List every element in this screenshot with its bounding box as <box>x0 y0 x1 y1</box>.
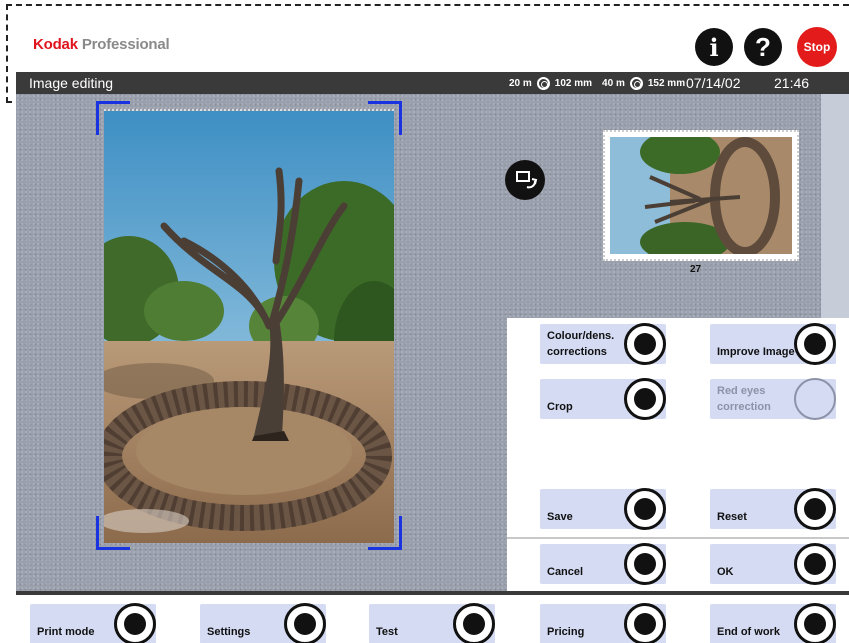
pricing-button[interactable]: Pricing <box>540 603 666 643</box>
thumbnail-number: 27 <box>690 264 702 275</box>
thumbnail-image[interactable] <box>603 130 799 262</box>
stop-button[interactable]: Stop <box>797 27 837 67</box>
button-knob-icon <box>794 603 836 643</box>
kodak-logo: Kodak Professional <box>33 36 170 53</box>
button-knob-icon <box>624 378 666 420</box>
end-of-work-button[interactable]: End of work <box>710 603 836 643</box>
date-display: 07/14/02 <box>686 75 741 91</box>
colour-corrections-button[interactable]: Colour/dens. corrections <box>540 323 666 365</box>
improve-image-button[interactable]: Improve Image <box>710 323 836 365</box>
button-knob-icon <box>794 543 836 585</box>
crop-handle-top-right[interactable] <box>368 101 402 135</box>
paper-roll-icon <box>536 77 550 90</box>
rotate-icon[interactable] <box>505 160 545 200</box>
panel-divider <box>507 537 849 539</box>
crop-button[interactable]: Crop <box>540 378 666 420</box>
crop-handle-bottom-right[interactable] <box>368 516 402 550</box>
reset-button[interactable]: Reset <box>710 488 836 530</box>
print-mode-button[interactable]: Print mode <box>30 603 156 643</box>
button-knob-icon <box>794 323 836 365</box>
ok-button[interactable]: OK <box>710 543 836 585</box>
header-bar: Kodak Professional i ? Stop <box>16 22 849 72</box>
test-button[interactable]: Test <box>369 603 495 643</box>
paper-roll-status: 20 m 102 mm 40 m 152 mm <box>509 77 686 90</box>
crop-handle-top-left[interactable] <box>96 101 130 135</box>
cancel-button[interactable]: Cancel <box>540 543 666 585</box>
button-knob-icon <box>114 603 156 643</box>
red-eyes-correction-button[interactable]: Red eyes correction <box>710 378 836 420</box>
help-icon[interactable]: ? <box>744 28 782 66</box>
scroll-strip <box>821 94 849 318</box>
button-knob-icon <box>624 488 666 530</box>
time-display: 21:46 <box>774 75 810 91</box>
paper-roll-icon <box>629 77 643 90</box>
save-button[interactable]: Save <box>540 488 666 530</box>
button-knob-icon <box>624 543 666 585</box>
button-knob-icon <box>624 323 666 365</box>
status-bar: Image editing 20 m 102 mm 40 m 152 mm 07… <box>16 72 849 94</box>
button-knob-icon <box>453 603 495 643</box>
button-knob-icon <box>794 378 836 420</box>
button-knob-icon <box>624 603 666 643</box>
crop-handle-bottom-left[interactable] <box>96 516 130 550</box>
button-knob-icon <box>284 603 326 643</box>
button-knob-icon <box>794 488 836 530</box>
main-photo[interactable] <box>104 109 394 543</box>
page-title: Image editing <box>29 75 114 91</box>
settings-button[interactable]: Settings <box>200 603 326 643</box>
info-icon[interactable]: i <box>695 28 733 66</box>
